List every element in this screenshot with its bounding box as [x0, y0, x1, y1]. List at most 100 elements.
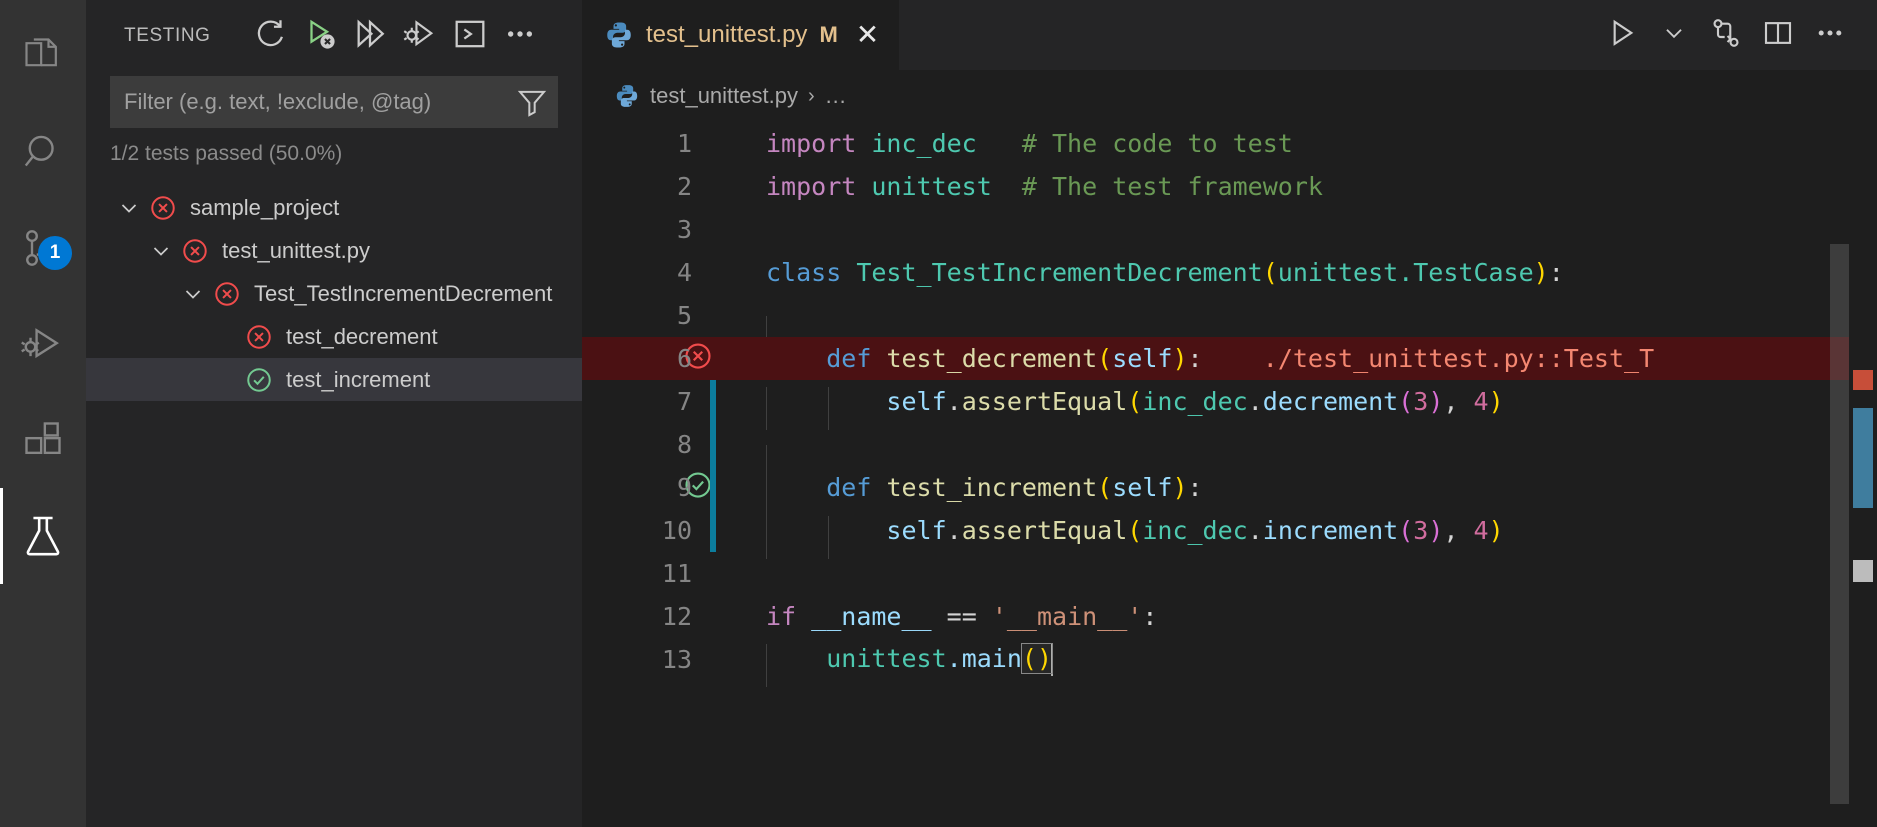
- run-options-chevron[interactable]: [1651, 12, 1697, 58]
- git-gutter: [710, 165, 716, 208]
- activity-item-source-control[interactable]: 1: [0, 200, 86, 296]
- minimap[interactable]: [1830, 244, 1849, 827]
- line-number: 6: [676, 344, 692, 373]
- test-summary: 1/2 tests passed (50.0%): [110, 142, 343, 165]
- breadcrumb-tail[interactable]: …: [825, 83, 847, 109]
- compare-changes-button[interactable]: [1703, 12, 1749, 58]
- filter-input[interactable]: Filter (e.g. text, !exclude, @tag): [124, 89, 516, 115]
- token-function-name: main: [961, 643, 1022, 673]
- overview-error-marker: [1853, 370, 1873, 390]
- run-python-file-button[interactable]: [1599, 12, 1645, 58]
- code-line-12: 12 if __name__ == '__main__':: [582, 595, 1877, 638]
- refresh-tests-button[interactable]: [247, 13, 293, 59]
- editor-tab-test-unittest-py[interactable]: test_unittest.py M ✕: [582, 0, 901, 70]
- code-line-8: 8: [582, 423, 1877, 488]
- token-bracket: ): [1172, 473, 1188, 502]
- git-gutter-modified[interactable]: [710, 466, 716, 509]
- token-number: 4: [1473, 516, 1489, 545]
- git-gutter-modified[interactable]: [710, 509, 716, 552]
- code-content-6: def test_decrement(self): ./test_unittes…: [748, 344, 1654, 373]
- breadcrumb[interactable]: test_unittest.py › …: [582, 70, 1877, 122]
- code-content-4: class Test_TestIncrementDecrement(unitte…: [748, 258, 1564, 287]
- token-bracket: (: [1398, 516, 1414, 545]
- test-tree-item-sample-project[interactable]: sample_project: [86, 186, 582, 229]
- activity-item-search[interactable]: [0, 104, 86, 200]
- run-and-debug-icon: [21, 322, 65, 366]
- split-editor-button[interactable]: [1755, 12, 1801, 58]
- run-failed-tests-button[interactable]: [347, 13, 393, 59]
- terminal-icon: [453, 17, 487, 56]
- debug-all-tests-button[interactable]: [397, 13, 443, 59]
- activity-item-testing[interactable]: [0, 488, 86, 584]
- token-keyword: import: [766, 129, 857, 158]
- activity-item-explorer[interactable]: [0, 8, 86, 104]
- run-failed-tests-icon: [353, 17, 387, 56]
- token-dot: .: [946, 387, 962, 416]
- token-module: inc_dec: [1142, 387, 1248, 416]
- text-cursor: [1051, 643, 1054, 676]
- token-dot: .: [1247, 387, 1263, 416]
- testing-toolbar: [247, 13, 543, 59]
- test-tree-item-test-class[interactable]: Test_TestIncrementDecrement: [86, 272, 582, 315]
- token-module: inc_dec: [1142, 516, 1248, 545]
- token-bracket-pair-highlight: (): [1020, 642, 1054, 674]
- token-bracket: (: [1127, 516, 1143, 545]
- editor-more-actions-button[interactable]: [1807, 12, 1853, 58]
- chevron-down-icon[interactable]: [112, 196, 146, 220]
- test-tree-item-test-decrement[interactable]: test_decrement: [86, 315, 582, 358]
- more-actions-button[interactable]: [497, 13, 543, 59]
- git-gutter: [710, 638, 716, 681]
- test-filter-box[interactable]: Filter (e.g. text, !exclude, @tag): [110, 76, 558, 128]
- token-number: 4: [1473, 387, 1489, 416]
- status-icon-failed: [178, 237, 212, 265]
- token-function-name: test_decrement: [886, 344, 1098, 373]
- git-gutter-modified[interactable]: [710, 380, 716, 423]
- code-content-7: self.assertEqual(inc_dec.decrement(3), 4…: [748, 387, 1504, 430]
- token-comma: ,: [1443, 387, 1474, 416]
- play-icon: [1606, 17, 1638, 54]
- activity-item-run-and-debug[interactable]: [0, 296, 86, 392]
- test-tree-item-test-increment[interactable]: test_increment: [86, 358, 582, 401]
- token-bracket: (: [1127, 387, 1143, 416]
- token-operator: ==: [946, 602, 977, 631]
- token-keyword: class: [766, 258, 842, 287]
- line-number: 10: [661, 516, 692, 545]
- activity-bar: 1: [0, 0, 86, 827]
- show-output-button[interactable]: [447, 13, 493, 59]
- close-icon[interactable]: ✕: [850, 21, 879, 49]
- chevron-down-icon[interactable]: [176, 282, 210, 306]
- test-tree-item-test-unittest-py[interactable]: test_unittest.py: [86, 229, 582, 272]
- code-content-2: import unittest # The test framework: [748, 172, 1323, 201]
- git-gutter: [710, 337, 716, 380]
- inline-test-error-message: ./test_unittest.py::Test_T: [1262, 344, 1655, 373]
- test-tree-item-label: Test_TestIncrementDecrement: [254, 280, 553, 306]
- token-keyword: def: [826, 473, 872, 502]
- testing-sidebar: TESTING Filter (e.g. text, !exclude, @ta…: [86, 0, 582, 827]
- token-dunder-name: __name__: [811, 602, 932, 631]
- filter-icon[interactable]: [516, 86, 548, 118]
- code-line-9: 9 def test_increment(self):: [582, 466, 1877, 516]
- token-colon: :: [1142, 602, 1158, 631]
- line-number: 12: [661, 602, 692, 631]
- minimap-slider[interactable]: [1830, 244, 1849, 804]
- token-dot: .: [946, 516, 962, 545]
- git-gutter: [710, 595, 716, 638]
- run-all-tests-button[interactable]: [297, 13, 343, 59]
- token-bracket: ): [1488, 516, 1504, 545]
- activity-item-extensions[interactable]: [0, 392, 86, 488]
- vscode-window: 1 TESTING Filter (e.g. text, !exclude, @…: [0, 0, 1877, 827]
- extensions-icon: [21, 418, 65, 462]
- overview-ruler[interactable]: [1849, 192, 1877, 827]
- refresh-icon: [253, 17, 287, 56]
- run-all-tests-icon: [303, 17, 337, 56]
- code-editor[interactable]: 1 import inc_dec # The code to test 2 im…: [582, 122, 1877, 827]
- chevron-down-icon[interactable]: [144, 239, 178, 263]
- code-line-4: 4 class Test_TestIncrementDecrement(unit…: [582, 251, 1877, 294]
- breadcrumb-file[interactable]: test_unittest.py: [650, 83, 798, 109]
